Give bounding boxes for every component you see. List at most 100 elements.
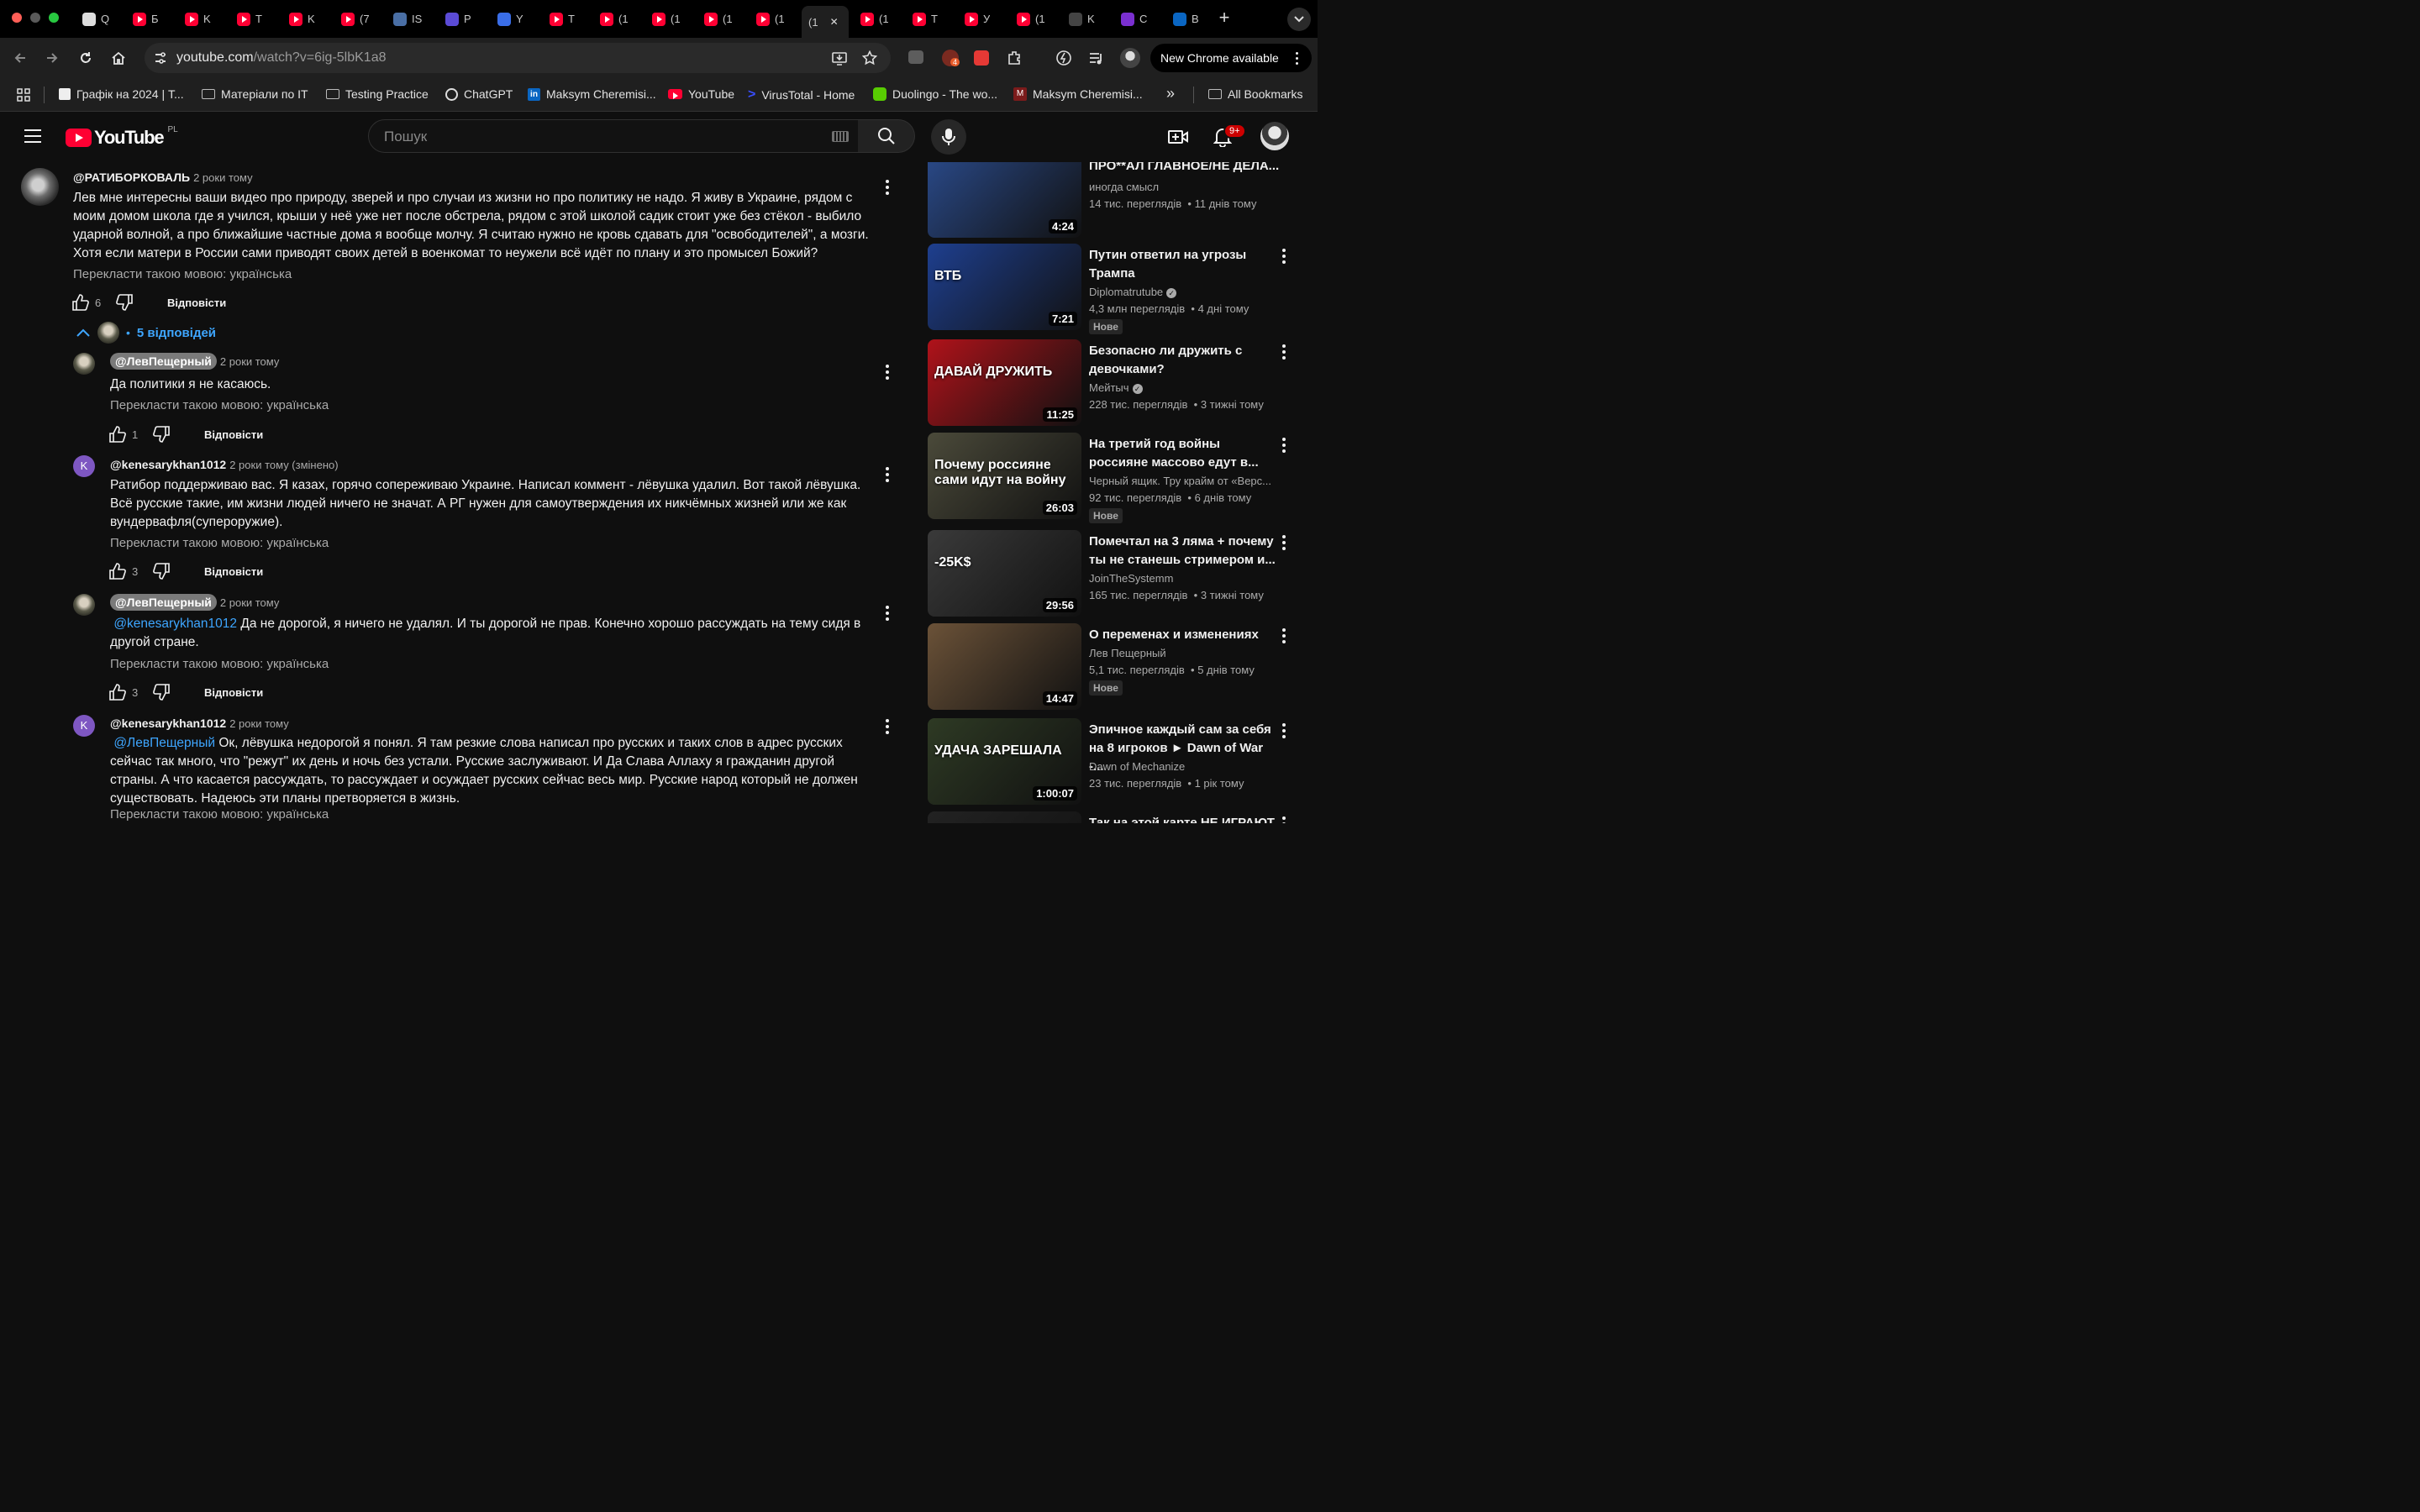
translate-link[interactable]: Перекласти такою мовою: українська [110, 398, 329, 412]
bookmark-virustotal[interactable]: > VirusTotal - Home [748, 87, 855, 102]
search-input[interactable] [382, 127, 823, 147]
browser-tab[interactable]: K [178, 6, 227, 32]
channel-name[interactable]: Diplomatrutube ✓ [1089, 286, 1177, 298]
video-title[interactable]: Путин ответил на угрозы Трампа [1089, 246, 1281, 283]
comment-time[interactable]: 2 роки тому [193, 171, 252, 184]
search-button[interactable] [858, 119, 915, 153]
close-window-button[interactable] [12, 13, 22, 23]
comment-time[interactable]: 2 роки тому [229, 717, 288, 730]
comment-time[interactable]: 2 роки тому [220, 355, 279, 368]
related-video-item[interactable]: Почему россияне сами идут на войну 26:03 Н… [928, 433, 1318, 525]
reload-button[interactable] [74, 46, 97, 70]
browser-tab[interactable]: T [230, 6, 279, 32]
video-title[interactable]: Помечтал на 3 ляма + почему ты не станеш… [1089, 533, 1281, 570]
browser-tab[interactable]: P [439, 6, 487, 32]
bookmark-chatgpt[interactable]: ChatGPT [445, 87, 513, 101]
video-thumbnail[interactable]: ВТБ 7:21 [928, 244, 1081, 330]
video-menu-button[interactable] [1276, 435, 1292, 455]
extensions-puzzle-icon[interactable] [1007, 50, 1023, 66]
new-chrome-available-button[interactable]: New Chrome available [1150, 44, 1312, 72]
bookmark-materials-it[interactable]: Матеріали по IT [202, 87, 308, 101]
thumb-down-icon[interactable] [115, 293, 134, 312]
bookmarks-overflow-button[interactable]: » [1166, 85, 1175, 102]
channel-name[interactable]: Мейтыч ✓ [1089, 381, 1143, 394]
comment-time[interactable]: 2 роки тому [220, 596, 279, 609]
related-video-item[interactable]: ДАВАЙ ДРУЖИТЬ 11:25 Безопасно ли дружить с… [928, 339, 1318, 432]
browser-tab[interactable]: Q [76, 6, 124, 32]
address-bar[interactable]: youtube.com/watch?v=6ig-5lbK1a8 [145, 43, 891, 73]
avatar[interactable]: K [73, 455, 95, 477]
video-thumbnail[interactable]: ДАВАЙ ДРУЖИТЬ 11:25 [928, 339, 1081, 426]
browser-tab[interactable]: (1 [645, 6, 694, 32]
new-tab-button[interactable]: + [1215, 8, 1234, 27]
video-thumbnail[interactable] [928, 811, 1081, 823]
comment-menu-button[interactable] [879, 465, 896, 485]
extension-video-icon[interactable] [974, 50, 989, 66]
notifications-button[interactable]: 9+ [1213, 123, 1246, 151]
video-title[interactable]: Так на этой карте НЕ ИГРАЮТ [1089, 814, 1281, 823]
comment-menu-button[interactable] [879, 603, 896, 623]
thumb-up-icon[interactable] [108, 683, 127, 701]
comment-author[interactable]: @ЛевПещерный [110, 594, 217, 611]
avatar[interactable] [21, 168, 59, 206]
browser-tab[interactable]: K [1062, 6, 1111, 32]
mention-link[interactable]: @ЛевПещерный [113, 736, 215, 750]
comment-menu-button[interactable] [879, 177, 896, 197]
browser-tab[interactable]: (1 [1010, 6, 1059, 32]
apps-grid-icon[interactable] [17, 88, 30, 102]
video-thumbnail[interactable]: УДАЧА ЗАРЕШАЛА 1:00:07 [928, 718, 1081, 805]
comment-author[interactable]: @kenesarykhan1012 [110, 717, 226, 730]
related-video-item[interactable]: Так на этой карте НЕ ИГРАЮТ [928, 811, 1318, 823]
video-menu-button[interactable] [1276, 721, 1292, 741]
all-bookmarks-button[interactable]: All Bookmarks [1208, 87, 1302, 101]
minimize-window-button[interactable] [30, 13, 40, 23]
browser-tab[interactable]: (1 [854, 6, 902, 32]
browser-tab[interactable]: IS [387, 6, 435, 32]
browser-tab[interactable]: (1 [750, 6, 798, 32]
bookmark-maksym-2[interactable]: M Maksym Cheremisi... [1013, 87, 1143, 101]
related-video-item[interactable]: -25K$ 29:56 Помечтал на 3 ляма + почему ты… [928, 530, 1318, 622]
comment-menu-button[interactable] [879, 717, 896, 737]
browser-tab[interactable]: B [1166, 6, 1215, 32]
video-menu-button[interactable] [1276, 246, 1292, 266]
menu-button[interactable] [24, 129, 42, 144]
reply-button[interactable]: Відповісти [204, 428, 263, 441]
translate-link[interactable]: Перекласти такою мовою: українська [110, 657, 329, 671]
account-avatar[interactable] [1260, 122, 1289, 150]
channel-name[interactable]: иногда смысл [1089, 181, 1159, 193]
video-menu-button[interactable] [1276, 342, 1292, 362]
maximize-window-button[interactable] [49, 13, 59, 23]
bookmark-duolingo[interactable]: Duolingo - The wo... [873, 87, 997, 101]
browser-tab[interactable]: (7 [334, 6, 383, 32]
video-title[interactable]: ПРО**АЛ ГЛАВНОЕ/НЕ ДЕЛА... [1089, 162, 1281, 176]
home-button[interactable] [107, 46, 130, 70]
forward-button[interactable] [40, 46, 64, 70]
video-menu-button[interactable] [1276, 814, 1292, 823]
channel-name[interactable]: Лев Пещерный [1089, 647, 1166, 659]
replies-toggle[interactable]: • 5 відповідей [76, 322, 216, 344]
related-video-item[interactable]: УДАЧА ЗАРЕШАЛА 1:00:07 Эпичное каждый сам … [928, 718, 1318, 811]
video-menu-button[interactable] [1276, 626, 1292, 646]
translate-link[interactable]: Перекласти такою мовою: українська [73, 267, 292, 281]
related-video-item[interactable]: ВТБ 7:21 Путин ответил на угрозы Трампа Dip… [928, 244, 1318, 336]
close-tab-icon[interactable]: ✕ [830, 16, 839, 28]
thumb-down-icon[interactable] [152, 425, 171, 444]
reply-button[interactable]: Відповісти [204, 565, 263, 578]
related-video-item[interactable]: 14:47 О переменах и изменениях Лев Пещерны… [928, 623, 1318, 716]
thumb-up-icon[interactable] [108, 425, 127, 444]
media-controls-icon[interactable] [1088, 50, 1105, 66]
avatar[interactable]: K [73, 715, 95, 737]
browser-tab[interactable]: Б [126, 6, 175, 32]
bookmark-testing-practice[interactable]: Testing Practice [326, 87, 429, 101]
video-thumbnail[interactable]: 4:24 [928, 162, 1081, 238]
thumb-up-icon[interactable] [71, 293, 90, 312]
thumb-down-icon[interactable] [152, 683, 171, 701]
thumb-down-icon[interactable] [152, 562, 171, 580]
browser-tab[interactable]: Y [491, 6, 539, 32]
translate-link[interactable]: Перекласти такою мовою: українська [110, 536, 329, 550]
comment-menu-button[interactable] [879, 362, 896, 382]
create-button[interactable] [1168, 129, 1188, 150]
video-thumbnail[interactable]: 14:47 [928, 623, 1081, 710]
browser-tab[interactable]: (1 ✕ [802, 6, 849, 38]
browser-tab[interactable]: T [906, 6, 955, 32]
